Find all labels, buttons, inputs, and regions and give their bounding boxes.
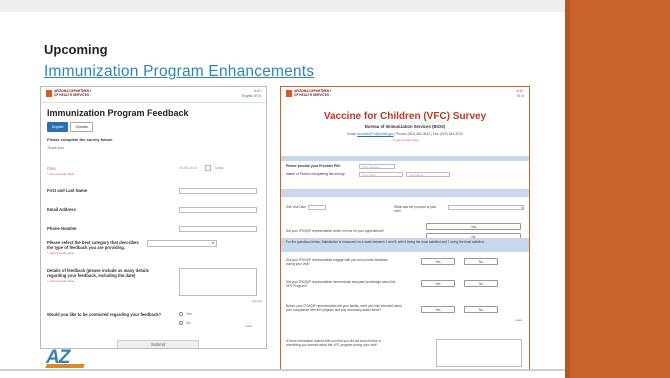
pin-input[interactable]: VFC Number [359, 164, 395, 169]
section-band [281, 189, 529, 197]
orange-side-panel [565, 0, 670, 378]
adhs-logo: ARIZONA DEPARTMENT OF HEALTH SERVICES [46, 89, 91, 98]
phone-input[interactable] [179, 226, 257, 232]
date-row: Date * must provide value 05-06-2016 Tod… [47, 165, 257, 176]
visit-date-input[interactable] [308, 205, 326, 210]
category-select[interactable]: ▾ [147, 240, 217, 247]
radio-circle-icon [179, 321, 183, 325]
arrive-yes-button[interactable]: Yes [426, 223, 521, 230]
engage-no-button[interactable]: No [464, 258, 498, 265]
details-label: Details of feedback (please include as m… [47, 268, 149, 278]
inform-yes-button[interactable]: Yes [421, 306, 455, 313]
email-link[interactable]: ArizonaVFC@azdhs.gov [357, 132, 393, 136]
purpose-label: What was the purpose of your visit? [394, 205, 437, 213]
complete-prompt: Please complete the survey below. [47, 137, 113, 142]
knowledge-row: Did your IPS/IQIP representative demonst… [286, 280, 524, 288]
other-textarea[interactable] [436, 339, 522, 367]
feedback-form-screenshot: ARIZONA DEPARTMENT OF HEALTH SERVICES A A… [40, 86, 267, 349]
contact-no-radio[interactable]: No [179, 321, 190, 325]
category-row: Please select the best category that des… [47, 240, 257, 255]
date-value[interactable]: 05-06-2016 [179, 166, 197, 170]
name-label: Name of Person completing the survey: [286, 172, 346, 176]
email-row: Email Address [47, 207, 257, 213]
engage-yes-button[interactable]: Yes [421, 258, 455, 265]
category-label: Please select the best category that des… [47, 240, 139, 250]
reset-link[interactable]: reset [515, 318, 522, 322]
engage-row: Did your IPS/IQIP representative engage … [286, 258, 524, 266]
phone-row: Phone Number [47, 226, 257, 232]
details-textarea[interactable] [179, 268, 257, 296]
knowledge-question: Did your IPS/IQIP representative demonst… [286, 280, 396, 288]
arrive-row: Did your IPS/IQIP representative arrive … [286, 223, 524, 240]
pin-row: Please provide your Provider PIN: VFC Nu… [286, 164, 524, 169]
feedback-form-title: Immunization Program Feedback [47, 108, 189, 118]
other-question: Is there information shared with you tha… [286, 339, 382, 347]
visit-row: Site Visit Date What was the purpose of … [286, 205, 524, 213]
satisfaction-note: For the questions below: Satisfaction is… [281, 238, 529, 252]
name-input[interactable] [179, 188, 257, 194]
first-name-input[interactable]: First Name [359, 172, 403, 177]
last-name-input[interactable]: Last Name [406, 172, 450, 177]
header-tools[interactable]: A A+ ⊞ ⊟ [517, 89, 524, 98]
header-tools[interactable]: A A+ English ⊞ ⊟ [242, 89, 261, 98]
footer-line [0, 369, 565, 371]
contact-row: Would you like to be contacted regarding… [47, 312, 257, 328]
radio-circle-icon [179, 312, 183, 316]
bureau-name: Bureau of Immunization Services (BIOS) [364, 124, 446, 129]
survey-header: ARIZONA DEPARTMENT OF HEALTH SERVICES A A… [281, 87, 529, 103]
required-note: * must provide value [47, 251, 75, 255]
site-visit-label: Site Visit Date [286, 205, 306, 209]
required-note: * must provide value [391, 138, 419, 142]
details-row: Details of feedback (please include as m… [47, 268, 262, 303]
form-header: ARIZONA DEPARTMENT OF HEALTH SERVICES A A… [41, 87, 266, 103]
contact-line: Email: ArizonaVFC@azdhs.gov | Phone: (60… [347, 132, 463, 136]
name-row: Name of Person completing the survey: Fi… [286, 172, 524, 177]
email-input[interactable] [179, 207, 257, 213]
purpose-select[interactable]: ▾ [448, 205, 524, 210]
reset-link[interactable]: reset [245, 324, 252, 328]
name-row: First and Last Name [47, 188, 257, 194]
vfc-title: Vaccine for Children (VFC) Survey [323, 111, 487, 122]
english-button[interactable]: English [47, 122, 69, 132]
thanks-text: Thank you! [47, 146, 65, 150]
az-logo: AZ [45, 347, 85, 369]
expand-link[interactable]: Expand [252, 299, 262, 303]
pin-label: Please provide your Provider PIN: [286, 164, 341, 168]
other-row: Is there information shared with you tha… [286, 339, 524, 367]
top-bar [0, 0, 565, 12]
vfc-survey-screenshot: ARIZONA DEPARTMENT OF HEALTH SERVICES A A… [280, 86, 530, 370]
engage-question: Did your IPS/IQIP representative engage … [286, 258, 388, 266]
contact-label: Would you like to be contacted regarding… [47, 312, 162, 317]
submit-button[interactable]: Submit [117, 340, 199, 348]
inform-no-button[interactable]: No [464, 306, 498, 313]
date-label: Date [47, 166, 56, 171]
slide-heading: Upcoming [44, 42, 108, 57]
adhs-logo: ARIZONA DEPARTMENT OF HEALTH SERVICES [286, 89, 331, 98]
language-switcher: English Spanish [47, 122, 266, 132]
inform-question: Before your IPS/IQIP representative left… [286, 304, 402, 312]
calendar-icon[interactable] [205, 165, 211, 171]
knowledge-no-button[interactable]: No [464, 280, 498, 287]
slide: Upcoming Immunization Program Enhancemen… [0, 0, 670, 378]
contact-yes-radio[interactable]: Yes [179, 312, 192, 316]
arrive-question: Did your IPS/IQIP representative arrive … [286, 229, 385, 233]
inform-row: Before your IPS/IQIP representative left… [286, 304, 524, 322]
knowledge-yes-button[interactable]: Yes [421, 280, 455, 287]
required-note: * must provide value [47, 172, 75, 176]
section-band [281, 156, 529, 161]
today-button[interactable]: Today [214, 166, 223, 170]
slide-subtitle-link[interactable]: Immunization Program Enhancements [44, 63, 314, 81]
spanish-button[interactable]: Spanish [70, 122, 94, 132]
